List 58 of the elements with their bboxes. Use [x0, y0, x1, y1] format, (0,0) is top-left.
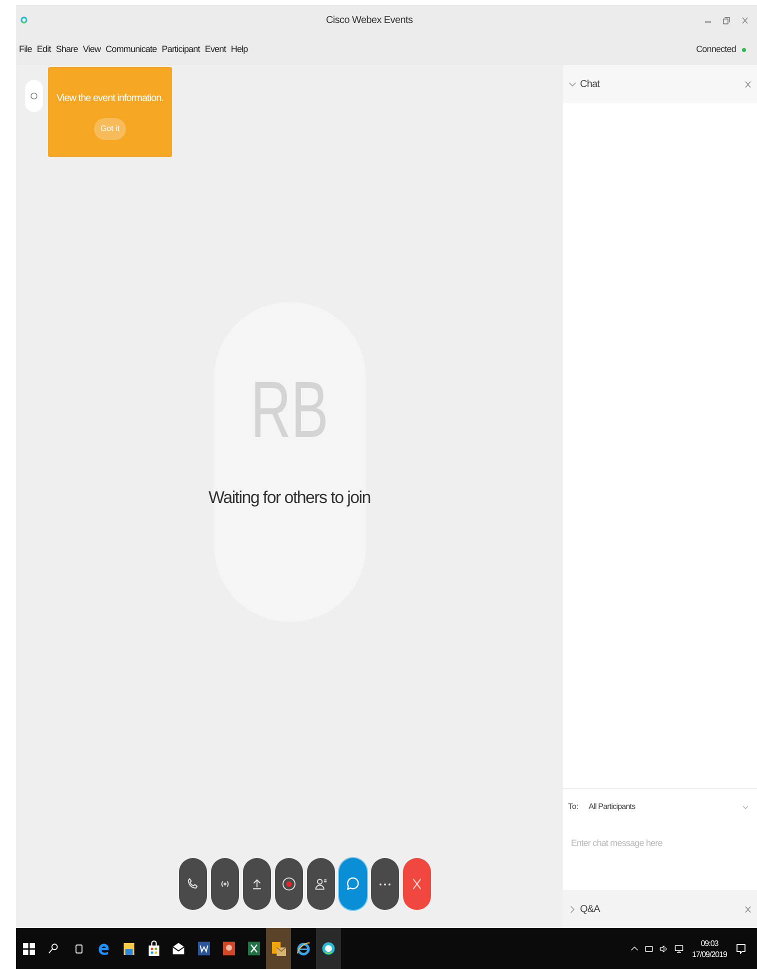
clock-time[interactable]: 09:03 [700, 938, 718, 948]
chat-button[interactable] [338, 858, 366, 910]
chevron-icon [568, 904, 577, 914]
chevron-up-icon[interactable] [630, 944, 639, 953]
audio-button[interactable] [178, 858, 206, 910]
menu-item[interactable]: Event [204, 43, 226, 57]
slides-icon [222, 941, 234, 956]
windows-icon [22, 942, 34, 954]
chat-header[interactable]: Chat [563, 65, 757, 103]
close-icon[interactable] [744, 904, 752, 914]
spreadsheet-icon [248, 941, 260, 956]
close-icon[interactable] [744, 80, 752, 88]
menu-item[interactable]: Participant [162, 43, 200, 57]
document-icon [198, 941, 210, 956]
chat-title: Chat [580, 78, 600, 92]
shopping-bag-icon [148, 940, 160, 957]
monitor-icon[interactable] [674, 944, 684, 954]
broadcast-button[interactable] [210, 858, 238, 910]
envelope-icon [172, 942, 185, 955]
connection-status: Connected [696, 43, 736, 56]
webex-logo-icon [321, 940, 336, 957]
task-view-icon [72, 942, 84, 956]
folder-icon [122, 940, 134, 956]
phone-icon [186, 877, 200, 891]
speaker-icon[interactable] [658, 944, 669, 954]
browser-icon [296, 940, 311, 957]
waiting-message: Waiting for others to join [208, 487, 372, 509]
close-icon[interactable] [741, 16, 749, 24]
menu-item[interactable]: View [82, 43, 101, 57]
person-icon [314, 877, 328, 891]
taskbar-button[interactable] [316, 928, 341, 969]
menu-item[interactable]: Share [56, 43, 78, 57]
more-icon [378, 882, 390, 886]
to-label: To: [568, 801, 579, 813]
chat-input-field[interactable]: Enter chat message here [563, 825, 757, 890]
share-button[interactable] [242, 858, 270, 910]
menu-item[interactable]: File [19, 43, 32, 57]
menu-item[interactable]: Help [230, 43, 248, 57]
qa-header[interactable]: Q&A [563, 890, 757, 928]
more-button[interactable] [370, 858, 398, 910]
window-title: Cisco Webex Events [326, 14, 413, 28]
recipient-dropdown[interactable]: All Participants [588, 801, 732, 813]
qa-title: Q&A [580, 902, 600, 916]
clock-date[interactable]: 17/09/2019 [692, 948, 727, 960]
record-button[interactable] [274, 858, 302, 910]
menu-item[interactable]: Edit [36, 43, 51, 57]
webex-logo-icon [20, 14, 28, 26]
participants-button[interactable] [306, 858, 334, 910]
chat-bubble-icon [344, 876, 360, 892]
mail-app-icon [272, 940, 286, 956]
restore-icon[interactable] [722, 16, 731, 24]
record-icon [280, 876, 296, 892]
search-icon [47, 942, 60, 955]
info-icon [30, 92, 38, 100]
menu-item[interactable]: Communicate [106, 43, 157, 57]
notification-icon[interactable] [735, 942, 747, 956]
leave-button[interactable] [402, 858, 430, 910]
tooltip-text: View the event information. [56, 92, 164, 106]
